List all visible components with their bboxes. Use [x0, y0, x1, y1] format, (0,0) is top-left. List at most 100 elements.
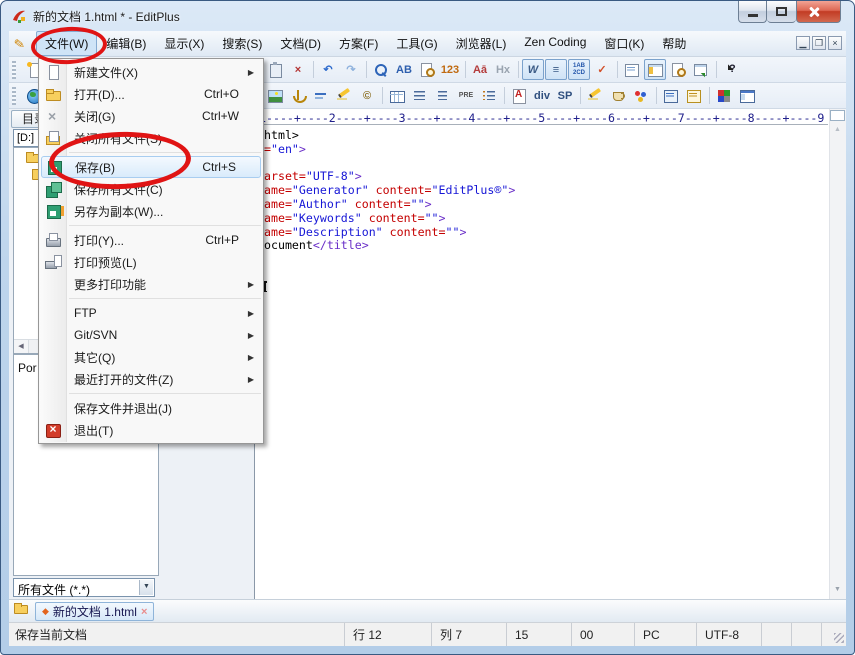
code-area[interactable]: html>="en">arset="UTF-8">ame="Generator"… [264, 128, 828, 599]
menu-item[interactable]: Git/SVN▶ [39, 324, 263, 346]
folder-icon[interactable] [14, 605, 28, 614]
menu-item[interactable]: 保存文件并退出(J) [39, 397, 263, 419]
toolbar-grip[interactable] [12, 87, 16, 105]
toolbar-separator [617, 61, 618, 78]
code-token: "Generator" [292, 183, 369, 197]
view-in-browser-icon[interactable] [667, 59, 689, 80]
pre-tag-icon[interactable]: PRE [455, 85, 477, 106]
spell-check-icon[interactable]: ✓ [591, 59, 613, 80]
toolbar-grip[interactable] [12, 61, 16, 79]
menu-item[interactable]: 另存为副本(W)... [39, 200, 263, 222]
menu-item[interactable]: 更多打印功能▶ [39, 273, 263, 295]
chevron-down-icon[interactable]: ▼ [139, 580, 153, 595]
split-handle[interactable] [830, 110, 845, 121]
menubar-item[interactable]: 工具(G) [387, 31, 446, 56]
auto-completion-icon[interactable]: 1AB2CD [568, 59, 590, 80]
menubar-item[interactable]: 帮助 [653, 31, 695, 56]
menu-item[interactable]: 其它(Q)▶ [39, 346, 263, 368]
scroll-left-icon[interactable]: ◀ [14, 340, 29, 353]
replace-icon[interactable]: AB [393, 59, 415, 80]
menubar-item[interactable]: 搜索(S) [213, 31, 271, 56]
editplus-app-icon [11, 8, 27, 24]
menu-item[interactable]: 关闭(G)Ctrl+W [39, 105, 263, 127]
font-tag-icon[interactable] [508, 85, 530, 106]
menu-item[interactable]: 打开(D)...Ctrl+O [39, 83, 263, 105]
context-help-icon[interactable] [720, 59, 742, 80]
insert-table-icon[interactable] [386, 85, 408, 106]
menubar-item[interactable]: Zen Coding [515, 31, 595, 56]
search-icon[interactable] [370, 59, 392, 80]
page-layout-icon [739, 88, 755, 104]
color-picker-icon[interactable] [630, 85, 652, 106]
menu-item-label: 其它(Q) [74, 349, 115, 366]
menubar-item[interactable]: 浏览器(L) [447, 31, 516, 56]
code-token: > [425, 197, 432, 211]
maximize-button[interactable] [767, 1, 796, 23]
directory-panel-icon[interactable] [644, 59, 666, 80]
edit-tag-icon[interactable] [584, 85, 606, 106]
outline-blue-icon [663, 88, 679, 104]
document-tab[interactable]: ◆ 新的文档 1.html × [35, 602, 154, 621]
file-list-item[interactable]: Por [18, 361, 37, 375]
menubar-item[interactable]: 显示(X) [155, 31, 213, 56]
code-line: ame="Keywords" content=""> [264, 211, 446, 225]
delete-icon[interactable]: × [287, 59, 309, 80]
page-layout-icon[interactable] [736, 85, 758, 106]
code-token: content= [348, 197, 411, 211]
close-button[interactable] [796, 1, 841, 23]
highlight-pen-icon [336, 88, 352, 104]
font-size-icon[interactable]: Aā [469, 59, 491, 80]
redo-icon[interactable]: ↷ [340, 59, 362, 80]
outline-yellow-icon[interactable] [683, 85, 705, 106]
scroll-up-icon[interactable]: ▲ [830, 122, 845, 137]
code-editor[interactable]: 1----+----2----+----3----+----4----+----… [254, 109, 846, 599]
menu-item[interactable]: 最近打开的文件(Z)▶ [39, 368, 263, 390]
menu-item-label: 最近打开的文件(Z) [74, 371, 173, 388]
code-line: ="en"> [264, 142, 306, 156]
mdi-close-button[interactable]: × [828, 36, 842, 50]
menubar-item[interactable]: 文档(D) [271, 31, 330, 56]
undo-icon[interactable]: ↶ [317, 59, 339, 80]
mdi-restore-button[interactable]: ❐ [812, 36, 826, 50]
tab-close-icon[interactable]: × [141, 606, 147, 618]
horizontal-rule-icon[interactable] [310, 85, 332, 106]
menu-item[interactable]: 新建文件(X)▶ [39, 61, 263, 83]
find-in-files-icon[interactable] [416, 59, 438, 80]
align-center-icon[interactable] [432, 85, 454, 106]
resize-grip[interactable] [834, 633, 844, 643]
goto-line-icon[interactable]: 123 [439, 59, 461, 80]
menu-item[interactable]: 退出(T) [39, 419, 263, 441]
insert-image-icon[interactable] [264, 85, 286, 106]
anchor-icon[interactable] [287, 85, 309, 106]
div-tag-icon[interactable]: div [531, 85, 553, 106]
menu-shortcut: Ctrl+W [202, 109, 239, 123]
hex-viewer-icon[interactable]: Hx [492, 59, 514, 80]
menu-separator [69, 225, 261, 226]
copyright-symbol-icon[interactable]: © [356, 85, 378, 106]
scroll-down-icon[interactable]: ▼ [830, 582, 845, 597]
title-bar[interactable]: 新的文档 1.html * - EditPlus [1, 1, 854, 31]
vertical-scrollbar[interactable]: ▲ ▼ [829, 109, 846, 599]
cliptext-panel-icon[interactable] [621, 59, 643, 80]
highlight-pen-icon[interactable] [333, 85, 355, 106]
toolbar-separator [518, 61, 519, 78]
align-left-icon[interactable] [409, 85, 431, 106]
auto-indent-icon[interactable]: ≡ [545, 59, 567, 80]
menubar-item[interactable]: 窗口(K) [595, 31, 653, 56]
mdi-minimize-button[interactable]: ▁ [796, 36, 810, 50]
file-filter-select[interactable]: 所有文件 (*.*) ▼ [13, 578, 155, 597]
file-menu-dropdown: 新建文件(X)▶打开(D)...Ctrl+O关闭(G)Ctrl+W关闭所有文件(… [38, 58, 264, 444]
minimize-button[interactable] [738, 1, 767, 23]
new-window-icon[interactable] [690, 59, 712, 80]
menu-item[interactable]: 打印(Y)...Ctrl+P [39, 229, 263, 251]
outline-blue-icon[interactable] [660, 85, 682, 106]
menubar-item[interactable]: 方案(F) [330, 31, 387, 56]
span-tag-icon[interactable]: SP [554, 85, 576, 106]
menu-item[interactable]: 打印预览(L) [39, 251, 263, 273]
word-wrap-icon[interactable]: W [522, 59, 544, 80]
web-colors-icon[interactable] [713, 85, 735, 106]
list-tag-icon[interactable] [478, 85, 500, 106]
css-style-icon[interactable] [607, 85, 629, 106]
paste-icon[interactable] [264, 59, 286, 80]
menu-item[interactable]: FTP▶ [39, 302, 263, 324]
